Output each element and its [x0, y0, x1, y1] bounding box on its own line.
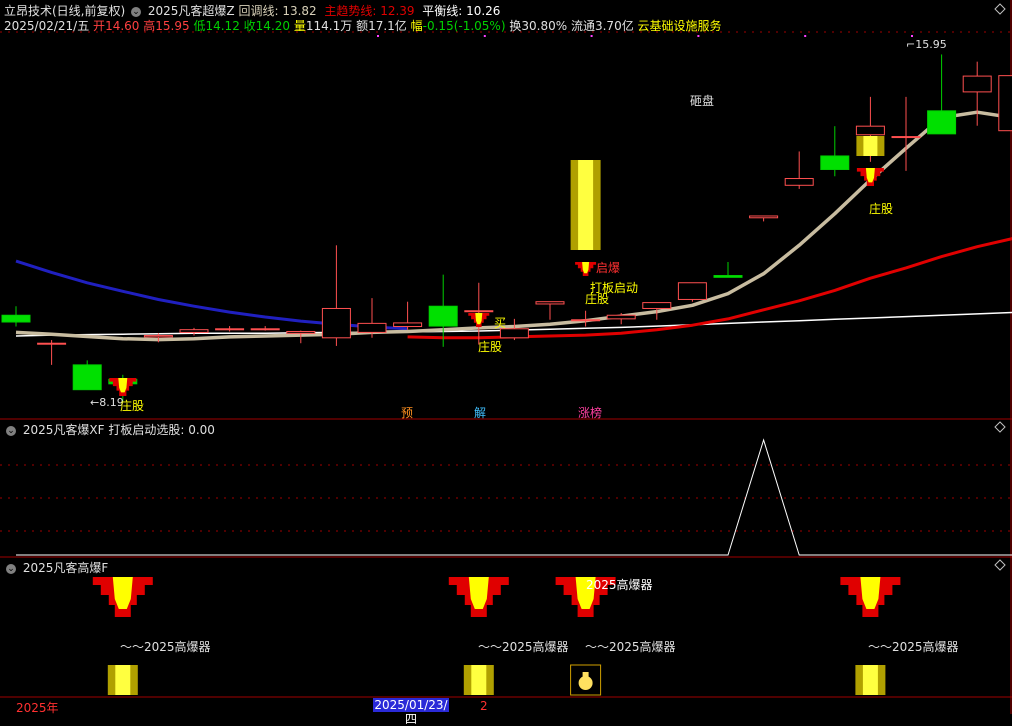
low-mark-label: ←8.19 — [90, 396, 124, 409]
gold-bar-shape — [471, 665, 487, 695]
zhangbang-label: 涨榜 — [578, 406, 603, 420]
zhuanggu-label-4: 庄股 — [869, 202, 894, 216]
jie-label: 解 — [474, 406, 487, 420]
chart-canvas[interactable] — [0, 0, 1012, 714]
zaipan-label: 砸盘 — [690, 94, 715, 108]
top-marker — [697, 35, 700, 37]
candle-body — [820, 155, 850, 170]
signal-label: 打板启动选股: — [108, 423, 185, 437]
candle-body — [179, 329, 209, 333]
candle-body — [784, 178, 814, 186]
qibao-label: 启爆 — [596, 261, 621, 275]
top-marker — [483, 35, 486, 37]
gold-bar-shape — [863, 136, 878, 156]
candle-body — [749, 215, 779, 219]
dabanqidong-label: 打板启动 — [590, 281, 639, 295]
yu-label: 预 — [401, 406, 414, 420]
high-mark-label: ⌐15.95 — [906, 38, 947, 51]
candle-body — [606, 314, 636, 320]
high-mark-value: 15.95 — [915, 38, 947, 51]
zhuanggu-label-2: 庄股 — [478, 340, 503, 354]
candle-body — [571, 319, 601, 322]
funnel-icon — [856, 168, 884, 186]
candle-body — [713, 275, 743, 278]
funnel-icon — [92, 577, 153, 617]
panel3-title-row: ⌄ 2025凡客高爆F — [4, 559, 108, 576]
signal-value: 0.00 — [188, 423, 215, 437]
footer-page[interactable]: 2 — [480, 699, 488, 713]
gaobaoqi-label-4: ～～2025高爆器 — [868, 640, 959, 654]
indicator-menu-icon[interactable]: ⌄ — [6, 425, 16, 436]
cursor-date: 2025/01/23/四 — [373, 698, 449, 726]
candle-body — [215, 328, 245, 331]
candle-body — [143, 335, 173, 338]
gold-bar-shape — [578, 160, 594, 250]
candle-body — [855, 125, 885, 136]
candle-body — [642, 302, 672, 309]
candle-body — [357, 322, 387, 333]
footer-year: 2025年 — [16, 701, 59, 715]
top-marker — [590, 35, 593, 37]
candle-body — [891, 136, 921, 139]
candle-body — [393, 322, 423, 328]
diamond-icon[interactable] — [994, 3, 1006, 15]
gold-bar-shape — [862, 665, 878, 695]
indicator-menu-icon[interactable]: ⌄ — [6, 563, 16, 574]
money-bag-shape — [578, 676, 593, 690]
funnel-icon — [840, 577, 901, 617]
diamond-icon[interactable] — [994, 421, 1006, 433]
candle-body — [677, 282, 707, 300]
top-marker — [377, 35, 379, 37]
candle-body — [998, 75, 1012, 132]
funnel-icon — [109, 378, 137, 396]
high-mark-arrow-icon: ⌐ — [906, 38, 916, 51]
top-marker — [911, 35, 913, 37]
candle-body — [464, 310, 494, 313]
panel2-title[interactable]: 2025凡客爆XF — [23, 423, 105, 437]
panel3-title[interactable]: 2025凡客高爆F — [23, 561, 108, 575]
money-bag-icon — [570, 664, 602, 696]
gaobaoqi-label-3: ～～2025高爆器 — [585, 640, 676, 654]
gold-bar-shape — [115, 665, 131, 695]
gold-bar-icon — [570, 160, 601, 250]
candle-body — [927, 110, 957, 135]
candle-body — [535, 301, 565, 305]
zhuanggu-label-1: 庄股 — [120, 399, 145, 413]
candle-body — [286, 330, 316, 334]
funnel-icon — [448, 577, 509, 617]
panel2-title-row: ⌄ 2025凡客爆XF 打板启动选股: 0.00 — [4, 421, 215, 438]
candle-body — [428, 305, 458, 327]
gaobaoqi-label-1: ～～2025高爆器 — [120, 640, 211, 654]
mairu-label: 买 — [494, 316, 507, 330]
gold-bar-icon — [463, 665, 494, 695]
funnel-icon — [468, 313, 490, 327]
candle-body — [1, 314, 31, 323]
gaobaoqi-top-label: 2025高爆器 — [586, 578, 653, 592]
funnel-icon — [575, 262, 597, 276]
gold-bar-icon — [107, 665, 138, 695]
gold-bar-icon — [856, 136, 885, 156]
diamond-icon[interactable] — [994, 559, 1006, 571]
candle-body — [321, 307, 351, 339]
top-marker — [804, 35, 807, 37]
candle-body — [72, 364, 102, 391]
candle-body — [250, 328, 280, 331]
low-mark-arrow-icon: ← — [90, 396, 100, 409]
candle-body — [37, 342, 67, 345]
gaobaoqi-label-2: ～～2025高爆器 — [478, 640, 569, 654]
candle-body — [962, 75, 992, 93]
money-bag-shape — [582, 672, 589, 677]
gold-bar-icon — [855, 665, 886, 695]
